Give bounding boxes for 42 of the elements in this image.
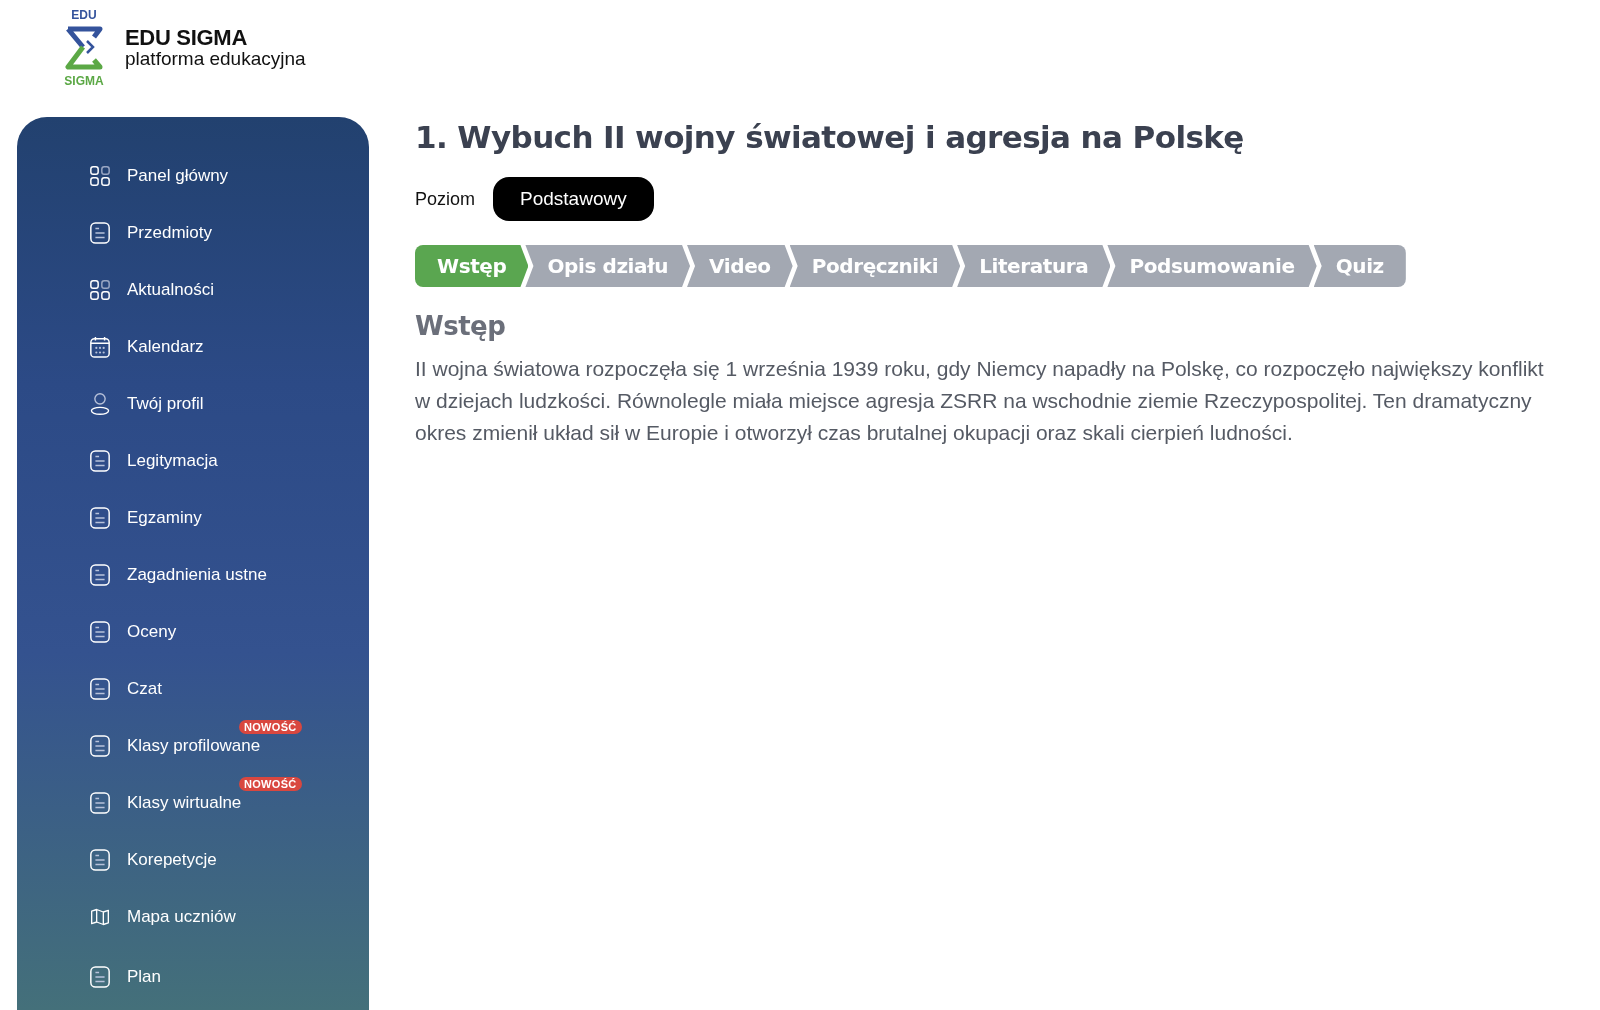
- section-title: Wstęp: [415, 311, 506, 341]
- sidebar-item[interactable]: Twój profil: [89, 375, 369, 432]
- sidebar-item[interactable]: Zagadnienia ustne: [89, 546, 369, 603]
- sigma-logo-icon: [65, 25, 103, 70]
- sidebar-item[interactable]: Legitymacja: [89, 432, 369, 489]
- grid-icon: [89, 277, 111, 302]
- document-icon: [89, 505, 111, 530]
- sidebar-item[interactable]: Kalendarz: [89, 318, 369, 375]
- calendar-icon: [89, 334, 111, 359]
- document-icon: [89, 733, 111, 758]
- document-icon: [89, 965, 111, 989]
- document-icon: [89, 448, 111, 473]
- sidebar-item[interactable]: NOWOŚĆ Klasy profilowane: [89, 717, 369, 774]
- sidebar-item[interactable]: Egzaminy: [89, 489, 369, 546]
- document-icon: [89, 220, 111, 245]
- level-badge: Podstawowy: [493, 177, 654, 221]
- sidebar-item[interactable]: Panel główny: [89, 147, 369, 204]
- new-badge: NOWOŚĆ: [239, 720, 302, 734]
- sidebar-item[interactable]: Oceny: [89, 603, 369, 660]
- new-badge: NOWOŚĆ: [239, 777, 302, 791]
- page-title: 1. Wybuch II wojny światowej i agresja na Polskę: [415, 119, 1244, 155]
- map-icon: [90, 906, 110, 927]
- level-label: Poziom: [415, 188, 476, 210]
- document-icon: [89, 790, 111, 815]
- sidebar-item[interactable]: Korepetycje: [89, 831, 369, 888]
- body-paragraph: II wojna światowa rozpoczęła się 1 września 1939 roku, gdy Niemcy napadły na Polskę, co rozpoczęło największy konflikt w dziejach ludzkości. Równolegle miała miejsce agresja ZSRR na wschodnie ziemie Rzeczypospolitej. Ten dramatyczny okres zmienił układ sił w Europie i otworzył czas brutalnej okupacji oraz skali cierpień ludności.: [415, 356, 1545, 446]
- logo-text: SIGMA: [64, 74, 104, 87]
- user-icon: [89, 391, 111, 416]
- document-icon: [89, 847, 111, 872]
- sidebar-item[interactable]: Mapa uczniów: [89, 888, 369, 945]
- sidebar-item[interactable]: Przedmioty: [89, 204, 369, 261]
- document-icon: [89, 619, 111, 644]
- sidebar-item[interactable]: Czat: [89, 660, 369, 717]
- brand-title: EDU SIGMA: [125, 26, 248, 50]
- sidebar-item[interactable]: Aktualności: [89, 261, 369, 318]
- document-icon: [89, 676, 111, 701]
- brand-subtitle: platforma edukacyjna: [125, 49, 306, 69]
- grid-icon: [89, 163, 111, 188]
- sidebar-item[interactable]: Plan: [89, 945, 369, 1009]
- document-icon: [89, 562, 111, 587]
- sidebar-item[interactable]: NOWOŚĆ Klasy wirtualne: [89, 774, 369, 831]
- logo-text: EDU: [71, 8, 97, 21]
